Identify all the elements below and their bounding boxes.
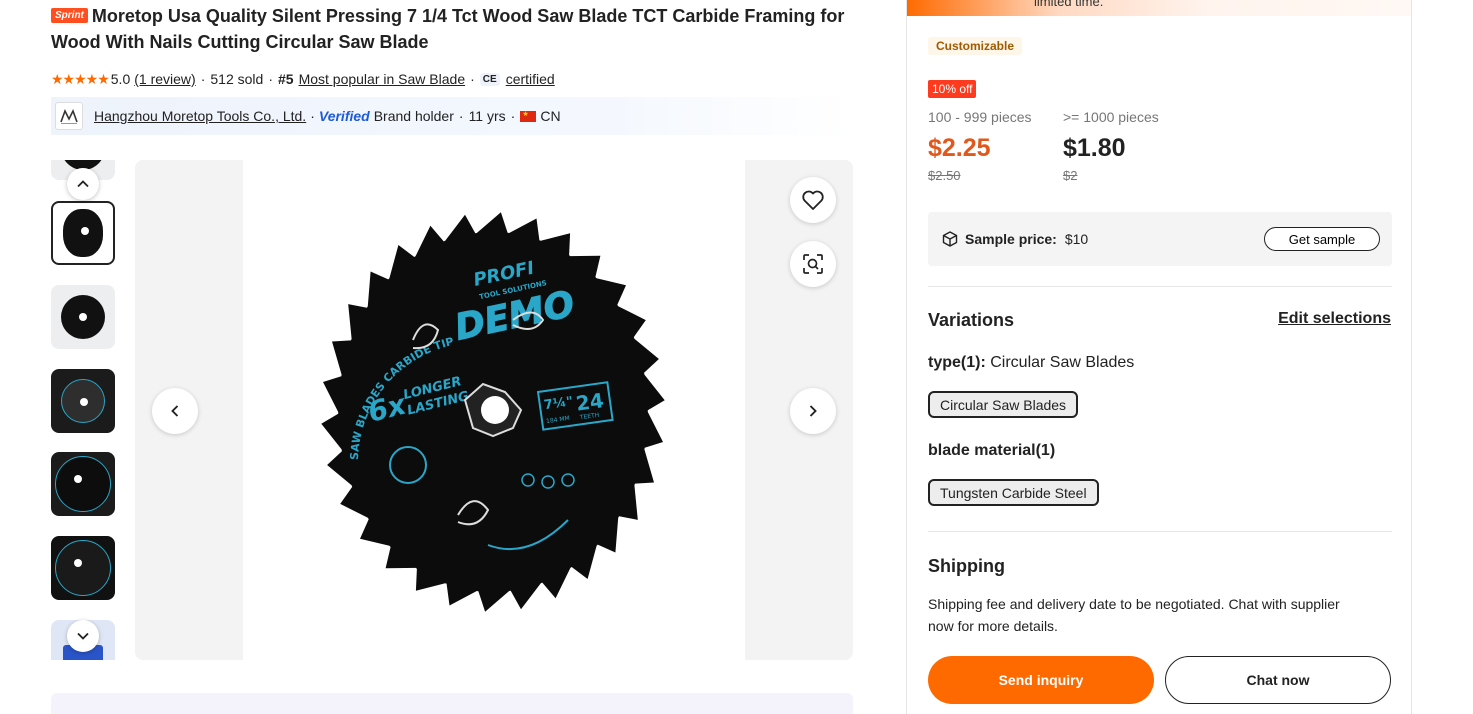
supplier-bar: Hangzhou Moretop Tools Co., Ltd. · Verif… (51, 97, 853, 135)
chevron-up-icon (77, 180, 89, 188)
reviews-link[interactable]: (1 review) (134, 71, 195, 87)
image-canvas: SAW BLADES CARBIDE TIPPED PROFI TOOL SOL… (238, 160, 745, 660)
type-option-chip[interactable]: Circular Saw Blades (928, 391, 1079, 418)
type-variation-label: type(1): Circular Saw Blades (928, 354, 1134, 372)
supplier-name-link[interactable]: Hangzhou Moretop Tools Co., Ltd. (94, 108, 306, 124)
saw-blade-image: SAW BLADES CARBIDE TIPPED PROFI TOOL SOL… (238, 160, 665, 612)
thumbnail-scroll-down-button[interactable] (67, 620, 99, 652)
chevron-down-icon (77, 632, 89, 640)
heart-icon (802, 190, 824, 210)
rank-category-link[interactable]: Most popular in Saw Blade (299, 71, 466, 87)
thumbnail-item-active[interactable] (51, 201, 115, 265)
thumbnail-item[interactable] (51, 369, 115, 433)
saw-blade-thumbnail-icon (55, 540, 111, 596)
tier-price: $2.25 (928, 134, 991, 162)
verified-badge[interactable]: Verified (319, 108, 370, 124)
previous-image-button[interactable] (152, 388, 198, 434)
blade-teeth-count-text: 24 (574, 388, 605, 416)
shipping-heading: Shipping (928, 556, 1005, 576)
box-icon (942, 231, 958, 247)
thumbnail-item[interactable] (51, 285, 115, 349)
get-sample-button[interactable]: Get sample (1264, 227, 1380, 251)
thumbnail-strip (51, 160, 115, 660)
material-label: blade material(1) (928, 442, 1056, 459)
tier-original-price: $2.50 (928, 168, 961, 183)
sold-count: 512 sold (210, 71, 264, 87)
separator-dot: · (510, 108, 516, 124)
brand-holder-label: Brand holder (373, 108, 454, 124)
divider (928, 531, 1392, 532)
saw-blade-thumbnail-icon (61, 379, 105, 423)
sprint-badge: Sprint (51, 8, 88, 23)
china-flag-icon (520, 110, 537, 122)
image-search-button[interactable] (790, 241, 836, 287)
send-inquiry-button[interactable]: Send inquiry (928, 656, 1154, 704)
edit-selections-link[interactable]: Edit selections (1278, 310, 1391, 328)
tier-quantity-range: 100 - 999 pieces (928, 109, 1032, 125)
chevron-left-icon (171, 405, 179, 417)
supplier-country: CN (540, 108, 561, 124)
rank-number: #5 (277, 71, 294, 87)
sample-price-box: Sample price: $10 Get sample (928, 212, 1392, 266)
type-label: type(1): (928, 354, 986, 371)
type-selected-value: Circular Saw Blades (990, 354, 1135, 371)
customizable-badge: Customizable (928, 37, 1023, 55)
purchase-panel: limited time. Customizable 10% off 100 -… (906, 0, 1412, 714)
discount-badge: 10% off (928, 80, 977, 98)
ce-certification-icon: CE (479, 72, 500, 86)
shipping-description: Shipping fee and delivery date to be neg… (928, 596, 1340, 634)
separator-dot: · (458, 108, 464, 124)
material-option-chip[interactable]: Tungsten Carbide Steel (928, 479, 1099, 506)
thumbnail-item[interactable] (51, 452, 115, 516)
thumbnail-item[interactable] (51, 536, 115, 600)
supplier-years: 11 yrs (468, 108, 506, 124)
favorite-button[interactable] (790, 177, 836, 223)
chevron-right-icon (809, 405, 817, 417)
sample-price-label: Sample price: (965, 231, 1057, 247)
separator-dot: · (310, 108, 315, 124)
rating-row: ★★★★★ 5.0 (1 review) · 512 sold · #5 Mos… (51, 70, 555, 88)
variations-heading: Variations (928, 310, 1015, 330)
next-image-button[interactable] (790, 388, 836, 434)
promo-text: limited time. (1034, 0, 1104, 9)
separator-dot: · (268, 71, 273, 87)
certified-link[interactable]: certified (506, 71, 555, 87)
tier-quantity-range: >= 1000 pieces (1063, 109, 1159, 125)
product-title-text: Moretop Usa Quality Silent Pressing 7 1/… (51, 6, 845, 52)
thumbnail-scroll-up-button[interactable] (67, 168, 99, 200)
chat-now-button[interactable]: Chat now (1165, 656, 1391, 704)
main-product-image[interactable]: SAW BLADES CARBIDE TIPPED PROFI TOOL SOL… (135, 160, 853, 660)
saw-blade-thumbnail-icon (61, 295, 105, 339)
image-search-icon (803, 254, 823, 274)
saw-blade-thumbnail-icon (63, 209, 103, 257)
price-tier-1: 100 - 999 pieces $2.25 $2.50 (928, 109, 1032, 183)
product-title: Sprint Moretop Usa Quality Silent Pressin… (51, 3, 851, 55)
rating-score: 5.0 (110, 71, 131, 87)
supplier-logo[interactable] (55, 102, 83, 130)
material-variation-label: blade material(1) (928, 442, 1055, 460)
tier-price: $1.80 (1063, 134, 1126, 162)
section-banner (51, 693, 853, 714)
separator-dot: · (200, 71, 206, 87)
divider (928, 286, 1392, 287)
price-tier-2: >= 1000 pieces $1.80 $2 (1063, 109, 1159, 183)
sample-price-value: $10 (1064, 231, 1089, 247)
blade-arbor-hole (481, 396, 509, 424)
tier-original-price: $2 (1063, 168, 1078, 183)
rating-stars-icon: ★★★★★ (51, 70, 110, 87)
saw-blade-thumbnail-icon (55, 456, 111, 512)
promo-banner: limited time. (907, 0, 1411, 16)
separator-dot: · (470, 71, 475, 87)
